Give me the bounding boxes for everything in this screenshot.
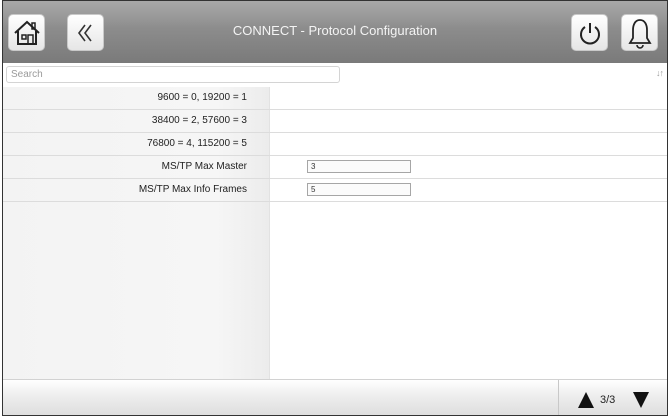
list-item: 76800 = 4, 115200 = 5 xyxy=(3,133,667,156)
row-label: 38400 = 2, 57600 = 3 xyxy=(151,115,247,126)
row-label: 76800 = 4, 115200 = 5 xyxy=(147,138,247,149)
list-item: MS/TP Max Master xyxy=(3,156,667,179)
screen-frame: CONNECT - Protocol Configuration ↓↑ 9600… xyxy=(2,0,668,416)
power-icon xyxy=(579,22,600,44)
row-label: MS/TP Max Info Frames xyxy=(138,184,247,195)
power-button[interactable] xyxy=(571,14,608,51)
back-button[interactable] xyxy=(67,14,104,51)
page-indicator: 3/3 xyxy=(600,394,616,406)
home-icon xyxy=(13,20,40,45)
page-up-button[interactable] xyxy=(576,389,596,411)
search-bar: ↓↑ xyxy=(3,65,667,85)
footer-bar: 3/3 xyxy=(3,379,667,415)
max-info-frames-field[interactable] xyxy=(307,183,411,196)
alarm-button[interactable] xyxy=(621,14,658,51)
double-chevron-left-icon xyxy=(77,24,92,41)
footer-divider xyxy=(558,380,559,415)
row-label: MS/TP Max Master xyxy=(161,161,247,172)
max-master-field[interactable] xyxy=(307,160,411,173)
search-input[interactable] xyxy=(6,66,340,83)
home-button[interactable] xyxy=(8,14,45,51)
sort-icon[interactable]: ↓↑ xyxy=(656,68,664,78)
row-label: 9600 = 0, 19200 = 1 xyxy=(157,92,247,103)
triangle-up-icon xyxy=(578,392,594,408)
triangle-down-icon xyxy=(633,392,649,408)
page-down-button[interactable] xyxy=(631,389,651,411)
list-item: MS/TP Max Info Frames xyxy=(3,179,667,202)
list-item: 9600 = 0, 19200 = 1 xyxy=(3,87,667,110)
parameter-list: 9600 = 0, 19200 = 1 38400 = 2, 57600 = 3… xyxy=(3,87,667,202)
list-item: 38400 = 2, 57600 = 3 xyxy=(3,110,667,133)
page-title: CONNECT - Protocol Configuration xyxy=(232,23,438,38)
header-bar: CONNECT - Protocol Configuration xyxy=(3,1,667,63)
bell-icon xyxy=(627,18,652,49)
